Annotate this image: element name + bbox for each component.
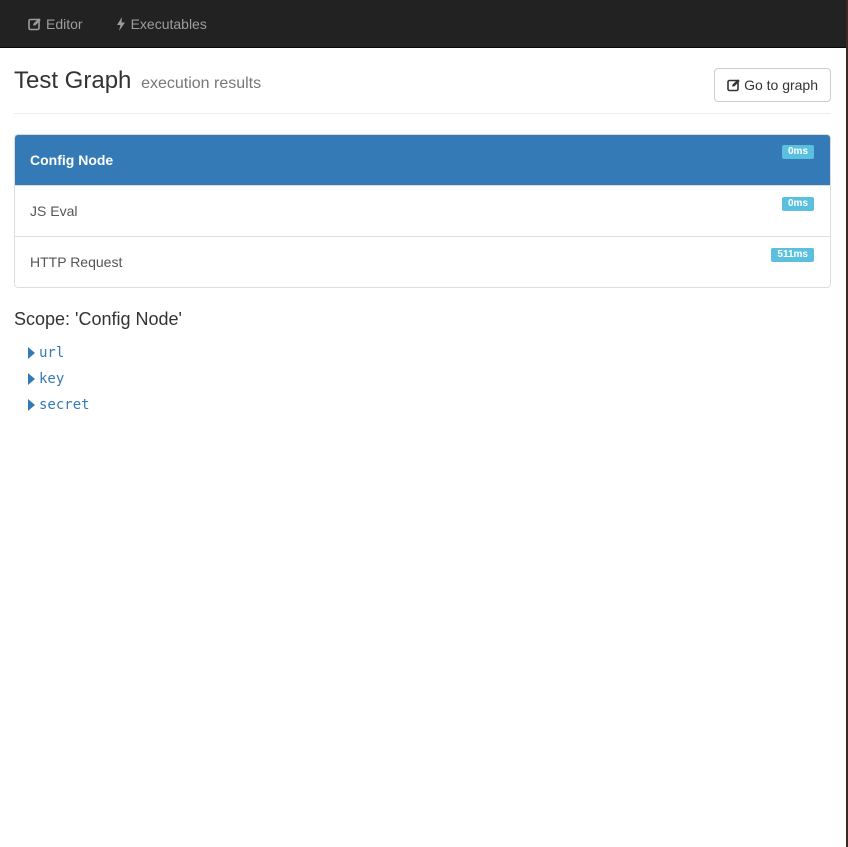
- page-title: Test Graph execution results: [14, 67, 261, 98]
- edit-icon: [727, 78, 741, 92]
- duration-badge: 0ms: [781, 197, 814, 211]
- scope-key-label: url: [39, 345, 65, 361]
- app-window: Editor Executables Test Graph execution …: [0, 0, 846, 847]
- nav-executables[interactable]: Executables: [115, 16, 207, 32]
- scope-tree: url key secret: [14, 340, 831, 418]
- edit-icon: [28, 17, 42, 31]
- go-to-graph-button[interactable]: Go to graph: [714, 68, 831, 102]
- top-navbar: Editor Executables: [0, 0, 846, 48]
- node-label: Config Node: [30, 151, 114, 168]
- scope-item-url[interactable]: url: [28, 340, 831, 366]
- caret-right-icon[interactable]: [28, 373, 35, 385]
- scope-key-label: secret: [39, 397, 90, 413]
- node-label: HTTP Request: [30, 254, 123, 270]
- page-header: Test Graph execution results Go to graph: [14, 48, 831, 114]
- scope-item-key[interactable]: key: [28, 366, 831, 392]
- caret-right-icon[interactable]: [28, 399, 35, 411]
- node-item-js-eval[interactable]: JS Eval 0ms: [15, 185, 830, 236]
- bolt-icon: [115, 16, 127, 31]
- node-item-http-request[interactable]: HTTP Request 511ms: [15, 236, 830, 287]
- node-item-config-node[interactable]: Config Node 0ms: [15, 135, 830, 185]
- page-title-text: Test Graph: [14, 67, 132, 94]
- page-subtitle: execution results: [141, 75, 262, 92]
- scope-item-secret[interactable]: secret: [28, 392, 831, 418]
- node-list: Config Node 0ms JS Eval 0ms HTTP Request…: [14, 134, 831, 288]
- nav-executables-label: Executables: [130, 15, 207, 32]
- scope-title: Scope: 'Config Node': [14, 309, 182, 329]
- caret-right-icon[interactable]: [28, 347, 35, 359]
- nav-editor[interactable]: Editor: [28, 16, 83, 32]
- go-to-graph-label: Go to graph: [744, 77, 818, 93]
- main-content: Test Graph execution results Go to graph…: [0, 48, 846, 418]
- duration-badge: 511ms: [771, 248, 814, 262]
- nav-editor-label: Editor: [46, 15, 83, 32]
- duration-badge: 0ms: [781, 145, 814, 159]
- node-label: JS Eval: [30, 203, 78, 219]
- scope-key-label: key: [39, 371, 65, 387]
